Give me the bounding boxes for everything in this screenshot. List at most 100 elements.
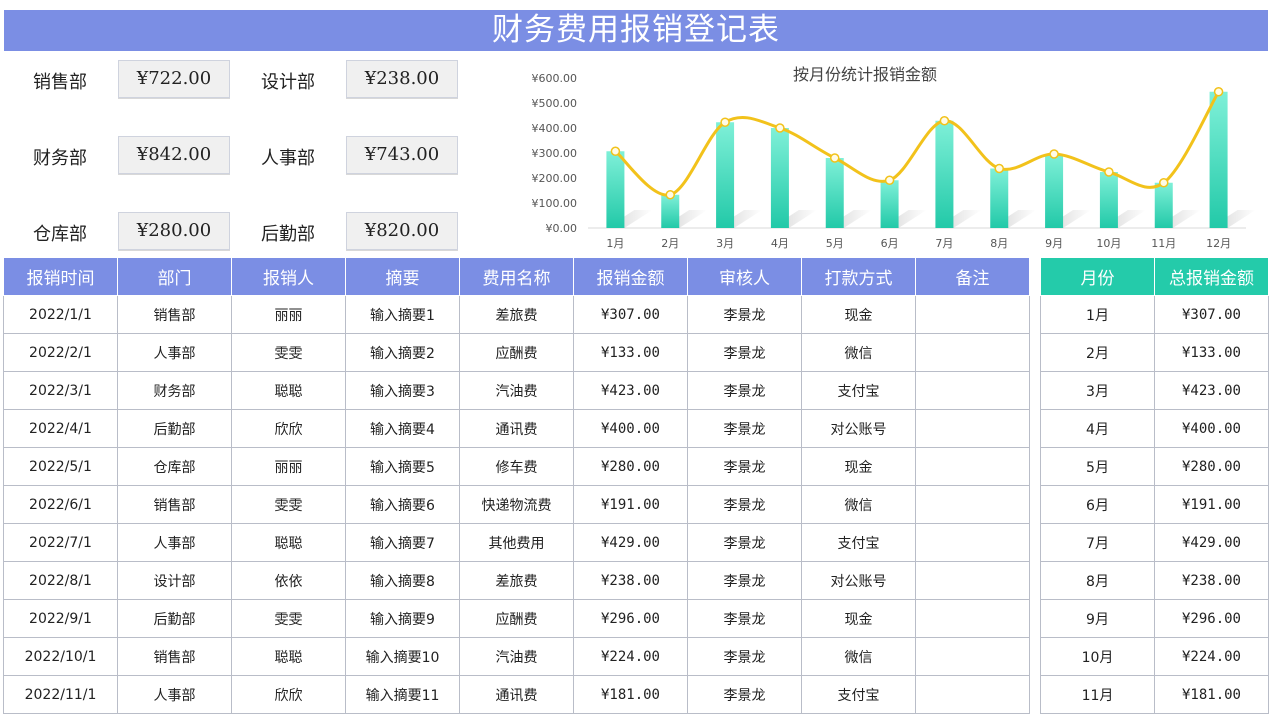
table-cell[interactable]: 李景龙 xyxy=(687,333,802,372)
table-cell[interactable]: ¥181.00 xyxy=(1154,675,1269,714)
trend-point[interactable] xyxy=(939,116,950,126)
column-header[interactable]: 备注 xyxy=(915,257,1030,296)
table-cell[interactable]: 销售部 xyxy=(117,637,232,676)
table-cell[interactable]: ¥400.00 xyxy=(1154,409,1269,448)
trend-point[interactable] xyxy=(665,190,675,200)
table-cell[interactable]: ¥296.00 xyxy=(1154,599,1269,638)
table-cell[interactable]: 应酬费 xyxy=(459,333,574,372)
table-cell[interactable]: 李景龙 xyxy=(687,561,802,600)
table-cell[interactable] xyxy=(915,675,1030,714)
table-cell[interactable]: 差旅费 xyxy=(459,561,574,600)
table-cell[interactable]: 快递物流费 xyxy=(459,485,574,524)
table-cell[interactable]: 丽丽 xyxy=(231,295,346,334)
table-cell[interactable] xyxy=(915,447,1030,486)
table-cell[interactable]: 销售部 xyxy=(117,485,232,524)
table-cell[interactable]: 聪聪 xyxy=(231,637,346,676)
table-cell[interactable]: 11月 xyxy=(1040,675,1155,714)
table-cell[interactable]: ¥423.00 xyxy=(1154,371,1269,410)
table-cell[interactable]: 输入摘要11 xyxy=(345,675,460,714)
table-cell[interactable]: 8月 xyxy=(1040,561,1155,600)
table-cell[interactable]: 9月 xyxy=(1040,599,1155,638)
table-cell[interactable]: 2022/10/1 xyxy=(3,637,118,676)
table-cell[interactable]: 丽丽 xyxy=(231,447,346,486)
table-cell[interactable]: 3月 xyxy=(1040,371,1155,410)
table-cell[interactable]: 4月 xyxy=(1040,409,1155,448)
table-cell[interactable]: ¥307.00 xyxy=(573,295,688,334)
table-cell[interactable]: 输入摘要7 xyxy=(345,523,460,562)
table-cell[interactable]: 支付宝 xyxy=(801,675,916,714)
table-cell[interactable]: 销售部 xyxy=(117,295,232,334)
column-header[interactable]: 总报销金额 xyxy=(1154,257,1269,296)
trend-point[interactable] xyxy=(720,117,730,127)
table-cell[interactable] xyxy=(915,295,1030,334)
bar[interactable] xyxy=(1209,91,1228,228)
table-cell[interactable]: 2022/7/1 xyxy=(3,523,118,562)
table-cell[interactable]: 输入摘要6 xyxy=(345,485,460,524)
table-cell[interactable]: 对公账号 xyxy=(801,409,916,448)
table-cell[interactable] xyxy=(915,523,1030,562)
table-cell[interactable]: 人事部 xyxy=(117,675,232,714)
table-cell[interactable]: 后勤部 xyxy=(117,409,232,448)
table-cell[interactable]: 输入摘要9 xyxy=(345,599,460,638)
table-cell[interactable]: 输入摘要4 xyxy=(345,409,460,448)
table-cell[interactable] xyxy=(915,371,1030,410)
table-cell[interactable]: 李景龙 xyxy=(687,295,802,334)
table-cell[interactable]: 修车费 xyxy=(459,447,574,486)
table-cell[interactable]: 李景龙 xyxy=(687,409,802,448)
table-cell[interactable]: 5月 xyxy=(1040,447,1155,486)
table-cell[interactable]: 欣欣 xyxy=(231,675,346,714)
table-cell[interactable] xyxy=(915,485,1030,524)
table-cell[interactable]: ¥429.00 xyxy=(573,523,688,562)
table-cell[interactable]: 支付宝 xyxy=(801,371,916,410)
trend-point[interactable] xyxy=(830,153,840,163)
table-cell[interactable]: 6月 xyxy=(1040,485,1155,524)
bar[interactable] xyxy=(716,122,735,228)
trend-point[interactable] xyxy=(884,175,895,185)
table-cell[interactable]: 输入摘要2 xyxy=(345,333,460,372)
column-header[interactable]: 摘要 xyxy=(345,257,460,296)
table-cell[interactable] xyxy=(915,561,1030,600)
table-cell[interactable]: ¥307.00 xyxy=(1154,295,1269,334)
column-header[interactable]: 审核人 xyxy=(687,257,802,296)
table-cell[interactable]: 后勤部 xyxy=(117,599,232,638)
table-cell[interactable]: 人事部 xyxy=(117,523,232,562)
table-cell[interactable]: 仓库部 xyxy=(117,447,232,486)
table-cell[interactable]: ¥423.00 xyxy=(573,371,688,410)
table-cell[interactable]: ¥224.00 xyxy=(1154,637,1269,676)
bar[interactable] xyxy=(1045,154,1064,228)
table-cell[interactable]: 汽油费 xyxy=(459,371,574,410)
bar[interactable] xyxy=(770,128,789,228)
table-cell[interactable]: 10月 xyxy=(1040,637,1155,676)
column-header[interactable]: 报销时间 xyxy=(3,257,118,296)
table-cell[interactable]: ¥400.00 xyxy=(573,409,688,448)
table-cell[interactable]: 李景龙 xyxy=(687,371,802,410)
table-cell[interactable]: 输入摘要10 xyxy=(345,637,460,676)
column-header[interactable]: 打款方式 xyxy=(801,257,916,296)
table-cell[interactable]: ¥280.00 xyxy=(573,447,688,486)
table-cell[interactable]: ¥191.00 xyxy=(573,485,688,524)
trend-point[interactable] xyxy=(1049,149,1059,159)
table-cell[interactable]: 雯雯 xyxy=(231,333,346,372)
table-cell[interactable]: 聪聪 xyxy=(231,371,346,410)
table-cell[interactable]: 7月 xyxy=(1040,523,1155,562)
table-cell[interactable]: ¥224.00 xyxy=(573,637,688,676)
table-cell[interactable]: 应酬费 xyxy=(459,599,574,638)
table-cell[interactable] xyxy=(915,333,1030,372)
table-cell[interactable]: 李景龙 xyxy=(687,599,802,638)
table-cell[interactable]: 对公账号 xyxy=(801,561,916,600)
monthly-expense-chart[interactable]: 按月份统计报销金额 ¥0.00 ¥100.00 ¥200.00 ¥300.00 ¥400… xyxy=(480,58,1270,258)
table-cell[interactable]: 2022/2/1 xyxy=(3,333,118,372)
bar[interactable] xyxy=(1099,172,1118,228)
table-cell[interactable]: 聪聪 xyxy=(231,523,346,562)
table-cell[interactable]: 李景龙 xyxy=(687,485,802,524)
table-cell[interactable]: 雯雯 xyxy=(231,599,346,638)
trend-point[interactable] xyxy=(1104,167,1114,177)
column-header[interactable]: 报销人 xyxy=(231,257,346,296)
column-header[interactable]: 报销金额 xyxy=(573,257,688,296)
table-cell[interactable]: 通讯费 xyxy=(459,409,574,448)
bar[interactable] xyxy=(825,158,844,228)
table-cell[interactable]: 微信 xyxy=(801,637,916,676)
table-cell[interactable]: ¥133.00 xyxy=(1154,333,1269,372)
table-cell[interactable]: 输入摘要3 xyxy=(345,371,460,410)
table-cell[interactable] xyxy=(915,637,1030,676)
